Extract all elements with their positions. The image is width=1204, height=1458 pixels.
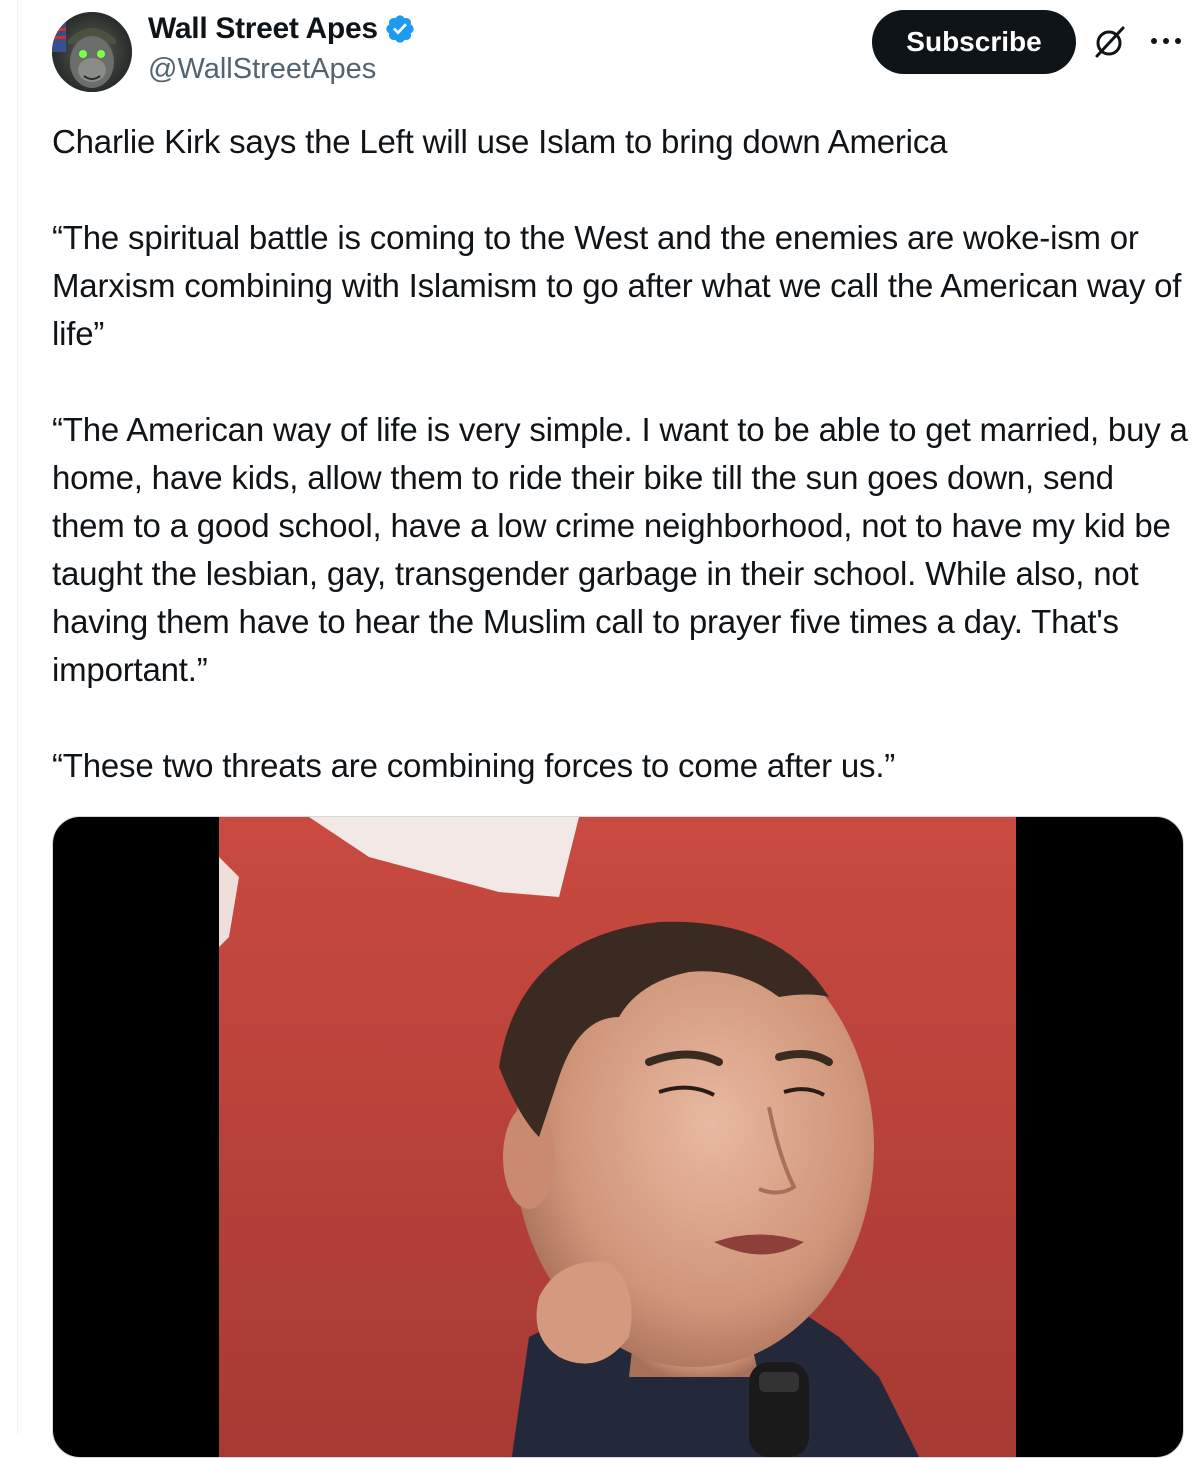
tweet-text: Charlie Kirk says the Left will use Isla… (52, 118, 1192, 790)
author-display-name[interactable]: Wall Street Apes (148, 12, 378, 46)
grok-icon[interactable] (1092, 24, 1128, 60)
verified-badge-icon[interactable] (384, 13, 416, 45)
video-frame[interactable] (219, 817, 1016, 1457)
more-options-icon[interactable] (1146, 30, 1186, 52)
video-still-image (219, 817, 1016, 1457)
tweet-paragraph: Charlie Kirk says the Left will use Isla… (52, 123, 948, 160)
video-player[interactable] (52, 816, 1184, 1458)
tweet-paragraph: “The American way of life is very simple… (52, 411, 1197, 688)
subscribe-button[interactable]: Subscribe (872, 10, 1076, 74)
tweet-paragraph: “The spiritual battle is coming to the W… (52, 219, 1191, 352)
ape-avatar-icon (52, 12, 132, 92)
author-handle[interactable]: @WallStreetApes (148, 53, 376, 86)
timeline-border (17, 0, 18, 1434)
tweet-paragraph: “These two threats are combining forces … (52, 747, 896, 784)
author-display-name-row[interactable]: Wall Street Apes (148, 12, 416, 46)
avatar[interactable] (52, 12, 132, 92)
